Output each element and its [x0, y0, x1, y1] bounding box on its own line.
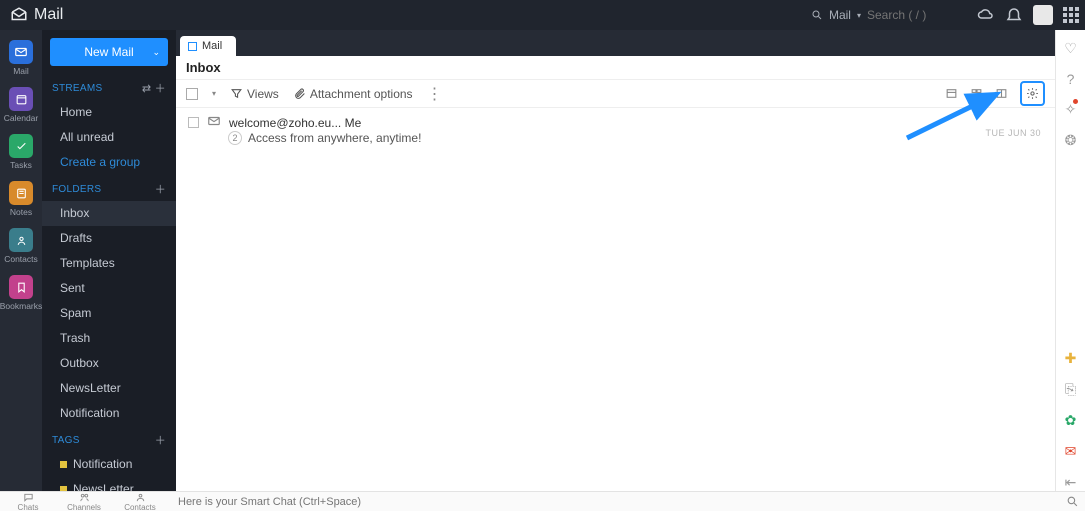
rail-tasks[interactable]: Tasks [0, 130, 42, 174]
search-scope: Mail [829, 8, 851, 22]
apps-grid-icon[interactable] [1063, 7, 1079, 23]
sidebar-tag-newsletter[interactable]: NewsLetter [42, 477, 176, 491]
strip-widgets-icon[interactable]: ❂ [1065, 132, 1077, 149]
streams-header: STREAMS⇄ ＋ [42, 74, 176, 100]
attachment-icon [293, 87, 306, 100]
tab-mail[interactable]: Mail [180, 36, 236, 56]
strip-heart-icon[interactable]: ♡ [1064, 40, 1077, 57]
strip-eco-icon[interactable]: ✿ [1065, 412, 1077, 429]
mail-date: TUE JUN 30 [985, 128, 1041, 138]
smart-chat-input[interactable] [168, 492, 1059, 511]
app-logo: Mail [0, 6, 73, 24]
sidebar-item-templates[interactable]: Templates [42, 251, 176, 276]
rail-contacts[interactable]: Contacts [0, 224, 42, 268]
avatar[interactable] [1033, 5, 1053, 25]
tags-header: TAGS＋ [42, 426, 176, 452]
thread-count: 2 [228, 131, 242, 145]
sidebar-item-newsletter[interactable]: NewsLetter [42, 376, 176, 401]
rail-mail[interactable]: Mail [0, 36, 42, 80]
sidebar-item-all-unread[interactable]: All unread [42, 125, 176, 150]
sidebar-item-sent[interactable]: Sent [42, 276, 176, 301]
tag-add-icon[interactable]: ＋ [155, 432, 166, 448]
sidebar-item-outbox[interactable]: Outbox [42, 351, 176, 376]
folder-add-icon[interactable]: ＋ [155, 181, 166, 197]
app-rail: Mail Calendar Tasks Notes Contacts Bookm… [0, 30, 42, 491]
sidebar-item-drafts[interactable]: Drafts [42, 226, 176, 251]
layout-icon-1[interactable] [945, 87, 958, 100]
sidebar-item-inbox[interactable]: Inbox [42, 201, 176, 226]
search-input[interactable] [867, 8, 967, 22]
sidebar-item-trash[interactable]: Trash [42, 326, 176, 351]
select-all-dropdown[interactable]: ▾ [212, 89, 216, 98]
tag-color-icon [60, 461, 67, 468]
bottom-chats[interactable]: Chats [0, 492, 56, 512]
folder-title: Inbox [176, 56, 1055, 80]
mail-list: welcome@zoho.eu... Me 2 Access from anyw… [176, 108, 1055, 491]
cloud-sync-icon[interactable] [977, 6, 995, 24]
bottom-bar: Chats Channels Contacts [0, 491, 1085, 511]
strip-collapse-icon[interactable]: ⇤ [1065, 474, 1077, 491]
sidebar-item-home[interactable]: Home [42, 100, 176, 125]
strip-chat-icon[interactable]: ✉ [1065, 443, 1077, 460]
new-mail-button[interactable]: New Mail⌄ [50, 38, 168, 66]
layout-icon-2[interactable] [970, 87, 983, 100]
rail-calendar[interactable]: Calendar [0, 83, 42, 127]
sidebar-item-spam[interactable]: Spam [42, 301, 176, 326]
chevron-down-icon: ⌄ [152, 47, 160, 58]
chevron-down-icon: ▾ [857, 11, 861, 20]
more-icon[interactable]: ⋮ [427, 84, 443, 104]
strip-note-icon[interactable]: ✚ [1065, 350, 1077, 367]
global-search[interactable]: Mail ▾ [811, 8, 967, 22]
mail-from: welcome@zoho.eu... Me [229, 116, 361, 130]
rail-notes[interactable]: Notes [0, 177, 42, 221]
strip-help-icon[interactable]: ? [1067, 71, 1075, 87]
envelope-icon [207, 114, 221, 131]
attachment-options[interactable]: Attachment options [293, 87, 413, 101]
mail-tab-icon [188, 42, 197, 51]
search-icon [811, 9, 823, 21]
bell-icon[interactable] [1005, 6, 1023, 24]
layout-icon-3[interactable] [995, 87, 1008, 100]
sidebar-item-create-group[interactable]: Create a group [42, 150, 176, 175]
right-strip: ♡ ? ✧ ❂ ✚ ⎘ ✿ ✉ ⇤ [1055, 30, 1085, 491]
views-filter[interactable]: Views [230, 87, 279, 101]
sidebar-item-notification[interactable]: Notification [42, 401, 176, 426]
select-all-checkbox[interactable] [186, 88, 198, 100]
list-toolbar: ▾ Views Attachment options ⋮ [176, 80, 1055, 108]
gear-icon[interactable] [1026, 87, 1039, 100]
filter-icon [230, 87, 243, 100]
rail-bookmarks[interactable]: Bookmarks [0, 271, 42, 315]
strip-attach-icon[interactable]: ⎘ [1065, 381, 1076, 398]
tab-row: Mail [176, 30, 1055, 56]
app-title: Mail [34, 6, 63, 24]
stream-add-icon[interactable]: ⇄ ＋ [142, 80, 166, 96]
settings-highlight [1020, 81, 1045, 106]
bottom-search-icon[interactable] [1059, 495, 1085, 508]
sidebar-tag-notification[interactable]: Notification [42, 452, 176, 477]
strip-activity-icon[interactable]: ✧ [1065, 101, 1077, 118]
row-checkbox[interactable] [188, 117, 199, 128]
bottom-contacts[interactable]: Contacts [112, 492, 168, 512]
mail-subject: Access from anywhere, anytime! [248, 131, 421, 145]
folder-sidebar: New Mail⌄ STREAMS⇄ ＋ Home All unread Cre… [42, 30, 176, 491]
bottom-channels[interactable]: Channels [56, 492, 112, 512]
folders-header: FOLDERS＋ [42, 175, 176, 201]
mail-row[interactable]: welcome@zoho.eu... Me 2 Access from anyw… [176, 108, 1055, 151]
